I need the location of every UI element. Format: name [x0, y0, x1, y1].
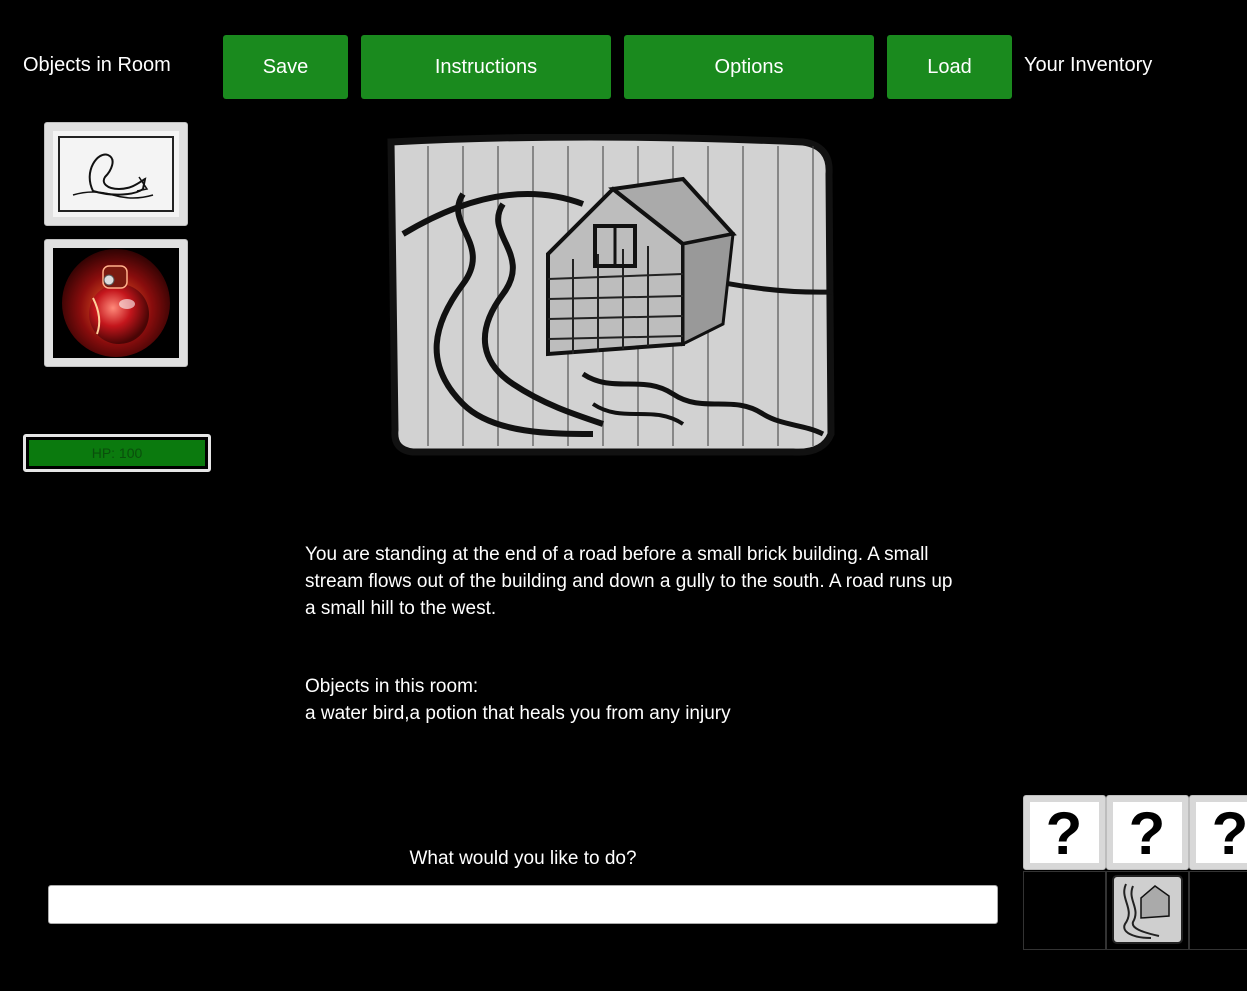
inventory-slot-map[interactable] — [1106, 871, 1189, 950]
objects-heading: Objects in this room: — [305, 676, 479, 697]
inventory-slot-empty[interactable] — [1189, 871, 1247, 950]
inventory-slot[interactable]: ? — [1106, 795, 1189, 870]
hp-text: HP: 100 — [91, 445, 143, 461]
question-mark-icon: ? — [1030, 800, 1099, 867]
svg-text:?: ? — [1129, 802, 1166, 863]
your-inventory-label: Your Inventory — [1024, 54, 1153, 76]
svg-text:?: ? — [1212, 802, 1247, 863]
svg-text:?: ? — [1046, 802, 1083, 863]
inventory-slot-empty[interactable] — [1023, 871, 1106, 950]
red-potion-icon — [53, 248, 179, 358]
inventory-grid: ? ? ? — [1023, 795, 1247, 952]
room-objects-text: Objects in this room: a water bird,a pot… — [305, 673, 955, 727]
question-mark-icon: ? — [1196, 800, 1247, 867]
scene-illustration — [383, 133, 843, 459]
save-button[interactable]: Save — [223, 35, 348, 99]
swan-sketch-icon — [53, 131, 179, 217]
inventory-slot[interactable]: ? — [1023, 795, 1106, 870]
instructions-button[interactable]: Instructions — [361, 35, 611, 99]
hp-bar: HP: 100 — [23, 434, 211, 472]
command-prompt: What would you like to do? — [409, 848, 637, 869]
objects-list: a water bird,a potion that heals you fro… — [305, 703, 731, 724]
question-mark-icon: ? — [1113, 800, 1182, 867]
objects-in-room-label: Objects in Room — [23, 54, 171, 76]
command-input[interactable] — [48, 885, 998, 924]
room-description: You are standing at the end of a road be… — [305, 544, 953, 619]
room-object-water-bird[interactable] — [44, 122, 188, 226]
options-button[interactable]: Options — [624, 35, 874, 99]
room-object-potion[interactable] — [44, 239, 188, 367]
hp-bar-fill: HP: 100 — [29, 440, 205, 466]
load-button[interactable]: Load — [887, 35, 1012, 99]
inventory-slot[interactable]: ? — [1189, 795, 1247, 870]
map-sketch-icon — [1111, 874, 1184, 945]
